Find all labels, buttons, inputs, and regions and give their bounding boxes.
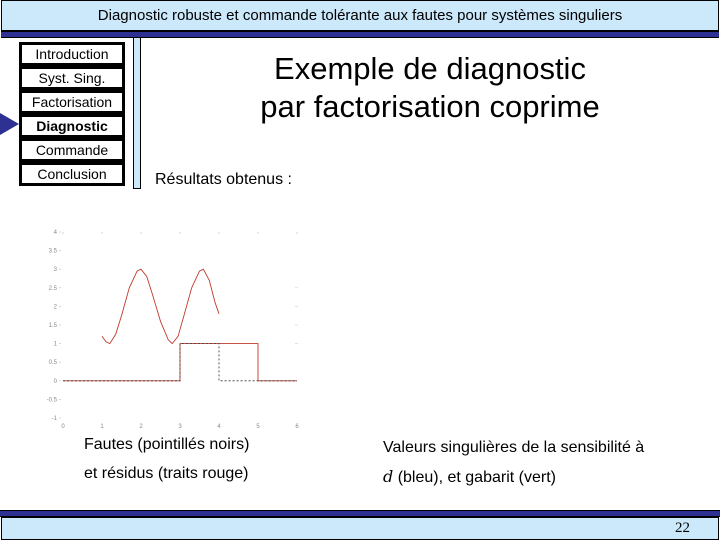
- slide-title-line2: par factorisation coprime: [260, 89, 600, 124]
- arrow-right-icon: [0, 113, 19, 135]
- y-tick-label: -0.5: [47, 397, 58, 403]
- nav-item-commande[interactable]: Commande: [19, 138, 125, 162]
- x-tick-label: 0: [61, 424, 65, 430]
- caption-left: Fautes (pointillés noirs) et résidus (tr…: [84, 430, 249, 488]
- y-tick-label: -1: [52, 416, 58, 422]
- nav-item-diagnostic[interactable]: Diagnostic: [19, 114, 125, 138]
- y-tick-label: 4: [54, 230, 58, 236]
- y-tick-label: 3.5: [49, 249, 58, 255]
- nav-item-conclusion[interactable]: Conclusion: [19, 162, 125, 186]
- caption-right-line2-wrap: d (bleu), et gabarit (vert): [383, 462, 644, 492]
- y-tick-label: 0.5: [49, 360, 58, 366]
- header-divider: [1, 31, 719, 38]
- y-tick-label: 1: [54, 342, 58, 348]
- presentation-title: Diagnostic robuste et commande tolérante…: [97, 7, 623, 24]
- nav-item-introduction[interactable]: Introduction: [19, 42, 125, 66]
- x-tick-label: 5: [256, 424, 260, 430]
- y-tick-label: 2.5: [49, 286, 58, 292]
- nav-item-syst-sing[interactable]: Syst. Sing.: [19, 66, 125, 90]
- footer-divider: [0, 510, 720, 517]
- presentation-header: Diagnostic robuste et commande tolérante…: [1, 0, 719, 31]
- y-tick-label: 0: [54, 379, 58, 385]
- symbol-d: d: [383, 467, 394, 486]
- series-residual-curve: [101, 268, 220, 345]
- caption-right-line2: (bleu), et gabarit (vert): [393, 469, 556, 486]
- vertical-divider: [133, 37, 141, 189]
- fault-residual-chart: -1-0.500.511.522.533.540 1 2 3 4 5 6: [47, 230, 300, 430]
- caption-left-line2: et résidus (traits rouge): [84, 465, 249, 482]
- slide-title: Exemple de diagnostic par factorisation …: [190, 50, 670, 126]
- slide-title-line1: Exemple de diagnostic: [274, 51, 586, 86]
- results-subtitle: Résultats obtenus :: [155, 171, 292, 188]
- x-tick-label: 6: [295, 424, 299, 430]
- presentation-footer: 22: [1, 517, 719, 540]
- caption-right-line1: Valeurs singulières de la sensibilité à: [383, 439, 645, 456]
- y-tick-label: 2: [54, 304, 58, 310]
- y-tick-label: 1.5: [49, 323, 58, 329]
- nav-item-factorisation[interactable]: Factorisation: [19, 90, 125, 114]
- page-number: 22: [675, 520, 690, 536]
- caption-right: Valeurs singulières de la sensibilité à …: [383, 433, 644, 492]
- caption-left-line1: Fautes (pointillés noirs): [84, 436, 250, 453]
- y-tick-label: 3: [54, 267, 58, 273]
